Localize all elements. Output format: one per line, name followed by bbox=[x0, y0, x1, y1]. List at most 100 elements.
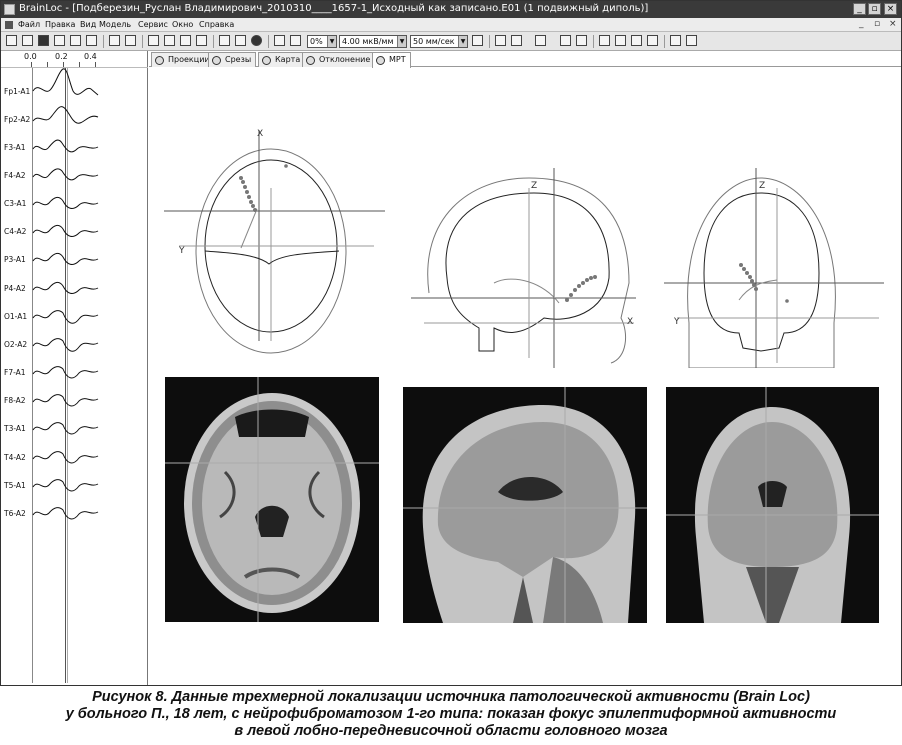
tab-map[interactable]: Карта bbox=[258, 52, 306, 67]
menu-bar: Файл Правка Вид Модель Сервис Окно Справ… bbox=[1, 18, 901, 32]
chevron-down-icon: ▼ bbox=[458, 36, 467, 47]
caption-line: Рисунок 8. Данные трехмерной локализации… bbox=[92, 689, 810, 705]
axis-label: Z bbox=[531, 181, 537, 191]
projections-icon bbox=[155, 56, 164, 65]
eeg-panel: 0.0 0.2 0.4 Fp1-A1 Fp2-A2 F3-A1 F4-A2 C3… bbox=[1, 51, 148, 685]
eeg-trace bbox=[32, 196, 99, 209]
sensitivity-select[interactable]: 4.00 мкВ/мм ▼ bbox=[339, 35, 407, 48]
axis-label: Y bbox=[178, 246, 185, 256]
save-icon[interactable] bbox=[38, 35, 49, 46]
head-projections: Y X Z X Z Y bbox=[164, 129, 884, 368]
mdi-close-button[interactable]: × bbox=[889, 19, 897, 29]
eeg-trace bbox=[32, 479, 99, 492]
speed-select[interactable]: 50 мм/сек ▼ bbox=[410, 35, 468, 48]
caption-line: у больного П., 18 лет, с нейрофиброматоз… bbox=[65, 706, 837, 722]
menu-view[interactable]: Вид bbox=[80, 20, 96, 29]
deviation-icon bbox=[306, 56, 315, 65]
amplitude-icon[interactable] bbox=[576, 35, 587, 46]
crosshair-icon[interactable] bbox=[686, 35, 697, 46]
layout-rows-icon[interactable] bbox=[164, 35, 175, 46]
menu-edit[interactable]: Правка bbox=[45, 20, 75, 29]
eeg-trace bbox=[32, 224, 99, 237]
window-title: BrainLoc - [Подберезин_Руслан Владимиров… bbox=[19, 3, 649, 14]
eeg-trace bbox=[32, 338, 99, 352]
chevron-down-icon: ▼ bbox=[397, 36, 406, 47]
mdi-restore-button[interactable]: ▫ bbox=[874, 19, 880, 29]
axis-label: Y bbox=[673, 317, 680, 327]
context-help-icon[interactable] bbox=[219, 35, 230, 46]
eeg-trace bbox=[32, 422, 99, 435]
tab-projections[interactable]: Проекции bbox=[151, 52, 215, 67]
menu-file[interactable]: Файл bbox=[18, 20, 40, 29]
filter-icon[interactable] bbox=[535, 35, 546, 46]
last-page-icon[interactable] bbox=[647, 35, 658, 46]
menu-service[interactable]: Сервис bbox=[138, 20, 168, 29]
maximize-button[interactable]: ▫ bbox=[868, 3, 881, 15]
document-icon[interactable] bbox=[5, 21, 13, 29]
calibration-icon[interactable] bbox=[511, 35, 522, 46]
eeg-trace bbox=[32, 68, 99, 96]
eeg-trace bbox=[32, 252, 99, 265]
eeg-trace bbox=[32, 139, 99, 153]
percent-select[interactable]: 0% ▼ bbox=[307, 35, 337, 48]
cursor-icon[interactable] bbox=[495, 35, 506, 46]
eeg-trace bbox=[32, 106, 99, 124]
tab-mri[interactable]: МРТ bbox=[372, 52, 411, 68]
open-folder-icon[interactable] bbox=[6, 35, 17, 46]
menu-help[interactable]: Справка bbox=[199, 20, 234, 29]
visualization-panel: Проекции Срезы Карта Отклонение МРТ Y X … bbox=[149, 51, 901, 685]
tab-deviation[interactable]: Отклонение bbox=[302, 52, 376, 67]
slices-icon bbox=[212, 56, 221, 65]
eeg-trace bbox=[32, 281, 99, 294]
eeg-trace bbox=[32, 507, 99, 520]
layout-split-icon[interactable] bbox=[180, 35, 191, 46]
menu-model[interactable]: Модель bbox=[99, 20, 131, 29]
eeg-trace bbox=[32, 394, 99, 407]
brain-view-icon[interactable] bbox=[290, 35, 301, 46]
mri-coronal-slice[interactable] bbox=[666, 387, 879, 623]
coronal-projection bbox=[664, 168, 884, 368]
chevron-down-icon: ▼ bbox=[327, 36, 336, 47]
title-bar: BrainLoc - [Подберезин_Руслан Владимиров… bbox=[1, 1, 901, 18]
view-tabs: Проекции Срезы Карта Отклонение МРТ bbox=[149, 51, 901, 68]
sort-icon[interactable] bbox=[560, 35, 571, 46]
first-page-icon[interactable] bbox=[599, 35, 610, 46]
eeg-trace bbox=[32, 451, 99, 464]
dipole-focus bbox=[239, 164, 288, 212]
mri-sagittal-slice[interactable] bbox=[403, 387, 647, 623]
tab-slices[interactable]: Срезы bbox=[208, 52, 257, 67]
eeg-trace bbox=[32, 310, 99, 324]
axis-label: X bbox=[257, 129, 263, 139]
tools-icon[interactable] bbox=[235, 35, 246, 46]
layout-montage-icon[interactable] bbox=[148, 35, 159, 46]
app-icon bbox=[4, 4, 15, 15]
info-icon[interactable] bbox=[251, 35, 262, 46]
mdi-minimize-button[interactable]: _ bbox=[859, 19, 864, 29]
eeg-trace bbox=[32, 168, 99, 181]
mri-axial-slice[interactable] bbox=[165, 377, 379, 622]
mri-icon bbox=[376, 56, 385, 65]
prev-page-icon[interactable] bbox=[615, 35, 626, 46]
sagittal-projection bbox=[411, 168, 636, 368]
montage-icon[interactable] bbox=[472, 35, 483, 46]
dipole-icon[interactable] bbox=[670, 35, 681, 46]
undo-icon[interactable] bbox=[125, 35, 136, 46]
export-icon[interactable] bbox=[109, 35, 120, 46]
next-page-icon[interactable] bbox=[631, 35, 642, 46]
eeg-trace bbox=[32, 366, 99, 379]
layout-columns-icon[interactable] bbox=[196, 35, 207, 46]
axis-label: X bbox=[627, 317, 633, 327]
print-icon[interactable] bbox=[54, 35, 65, 46]
minimize-button[interactable]: _ bbox=[853, 3, 866, 15]
close-button[interactable]: × bbox=[884, 3, 897, 15]
print-preview-icon[interactable] bbox=[86, 35, 97, 46]
caption-line: в левой лобно-передневисочной области го… bbox=[234, 723, 668, 739]
book-icon[interactable] bbox=[70, 35, 81, 46]
app-window: BrainLoc - [Подберезин_Руслан Владимиров… bbox=[0, 0, 902, 686]
marker-icon[interactable] bbox=[274, 35, 285, 46]
toolbar: 0% ▼ 4.00 мкВ/мм ▼ 50 мм/сек ▼ bbox=[1, 32, 901, 51]
map-icon bbox=[262, 56, 271, 65]
import-icon[interactable] bbox=[22, 35, 33, 46]
eeg-traces bbox=[32, 68, 99, 520]
menu-window[interactable]: Окно bbox=[172, 20, 193, 29]
